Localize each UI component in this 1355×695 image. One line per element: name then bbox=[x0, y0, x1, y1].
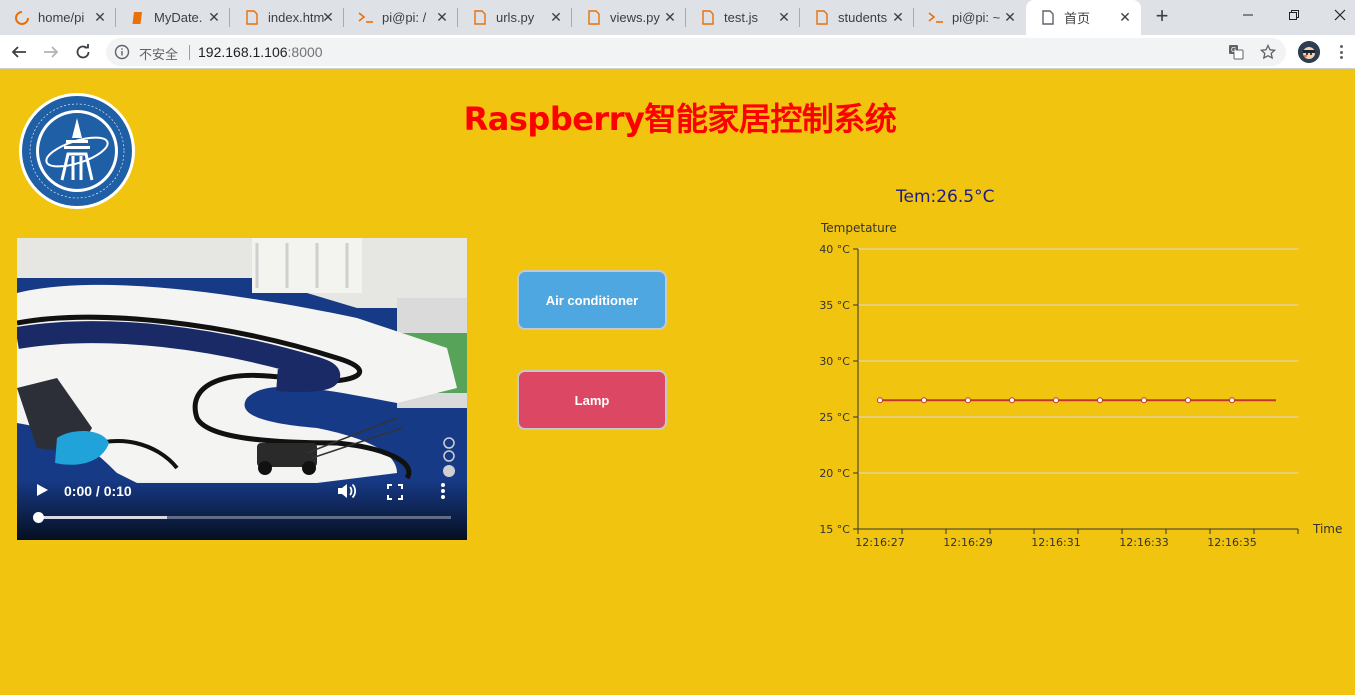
page-title: Raspberry智能家居控制系统 bbox=[463, 100, 897, 138]
lamp-button[interactable]: Lamp bbox=[517, 370, 667, 430]
y-tick-label: 20 °C bbox=[819, 467, 850, 480]
tab-terminal-2[interactable]: pi@pi: ~ ✕ bbox=[914, 0, 1026, 35]
url-host: 192.168.1.106 bbox=[198, 44, 288, 60]
info-icon[interactable] bbox=[114, 44, 130, 60]
data-point bbox=[1053, 397, 1059, 404]
close-icon[interactable]: ✕ bbox=[890, 9, 906, 25]
close-window-button[interactable] bbox=[1317, 0, 1355, 30]
minimize-button[interactable] bbox=[1225, 0, 1271, 30]
tab-title: home/pi bbox=[38, 10, 85, 25]
tab-students[interactable]: students ✕ bbox=[800, 0, 914, 35]
document-icon bbox=[472, 10, 488, 26]
book-icon bbox=[130, 10, 146, 26]
play-button[interactable] bbox=[35, 483, 49, 497]
terminal-icon bbox=[928, 10, 944, 26]
temperature-readout: Tem:26.5°C bbox=[896, 187, 995, 207]
close-icon[interactable]: ✕ bbox=[1002, 9, 1018, 25]
tab-testjs[interactable]: test.js ✕ bbox=[686, 0, 800, 35]
data-point bbox=[965, 397, 971, 404]
x-tick-label: 12:16:27 bbox=[855, 536, 904, 549]
document-icon bbox=[244, 10, 260, 26]
y-tick-label: 35 °C bbox=[819, 299, 850, 312]
data-point bbox=[921, 397, 927, 404]
close-icon[interactable]: ✕ bbox=[320, 9, 336, 25]
volume-icon[interactable] bbox=[337, 482, 357, 500]
close-icon[interactable]: ✕ bbox=[548, 9, 564, 25]
fullscreen-icon[interactable] bbox=[387, 484, 403, 500]
close-icon[interactable]: ✕ bbox=[1117, 9, 1133, 25]
data-point bbox=[1141, 397, 1147, 404]
close-icon[interactable]: ✕ bbox=[92, 9, 108, 25]
video-time: 0:00 / 0:10 bbox=[64, 483, 132, 499]
restore-button[interactable] bbox=[1271, 0, 1317, 30]
tab-views[interactable]: views.py ✕ bbox=[572, 0, 686, 35]
more-options-icon[interactable] bbox=[440, 483, 446, 499]
page-icon bbox=[1040, 10, 1056, 26]
video-player[interactable]: 0:00 / 0:10 bbox=[17, 238, 467, 540]
university-logo bbox=[18, 92, 136, 210]
y-axis-label: Tempetature bbox=[820, 221, 897, 235]
forward-button[interactable] bbox=[38, 39, 64, 65]
video-buffer bbox=[39, 516, 167, 519]
temperature-chart: 15 °C 20 °C 25 °C 30 °C 35 °C 40 °C 12:16:27 12… bbox=[819, 221, 1342, 549]
tab-urls[interactable]: urls.py ✕ bbox=[458, 0, 572, 35]
x-tick-label: 12:16:33 bbox=[1119, 536, 1168, 549]
data-point bbox=[1229, 397, 1235, 404]
data-point bbox=[877, 397, 883, 404]
tab-mydate[interactable]: MyDate. ✕ bbox=[116, 0, 230, 35]
new-tab-button[interactable]: + bbox=[1150, 5, 1174, 29]
y-tick-label: 40 °C bbox=[819, 243, 850, 256]
back-button[interactable] bbox=[6, 39, 32, 65]
x-axis-label: Time bbox=[1312, 522, 1342, 536]
air-conditioner-button[interactable]: Air conditioner bbox=[517, 270, 667, 330]
translate-icon[interactable]: G bbox=[1227, 43, 1245, 61]
close-icon[interactable]: ✕ bbox=[776, 9, 792, 25]
address-bar[interactable]: 不安全 192.168.1.106:8000 G bbox=[106, 38, 1286, 66]
data-point bbox=[1185, 397, 1191, 404]
url-port: :8000 bbox=[287, 44, 323, 60]
terminal-icon bbox=[358, 10, 374, 26]
y-tick-label: 25 °C bbox=[819, 411, 850, 424]
data-point bbox=[1009, 397, 1015, 404]
tab-strip: home/pi ✕ MyDate. ✕ index.htm ✕ pi@pi: /… bbox=[0, 0, 1355, 35]
x-tick-label: 12:16:29 bbox=[943, 536, 992, 549]
video-progress-bar[interactable] bbox=[33, 512, 451, 523]
x-tick-label: 12:16:35 bbox=[1207, 536, 1256, 549]
profile-avatar[interactable] bbox=[1298, 41, 1320, 63]
progress-thumb[interactable] bbox=[33, 512, 44, 523]
x-tick-label: 12:16:31 bbox=[1031, 536, 1080, 549]
document-icon bbox=[700, 10, 716, 26]
document-icon bbox=[814, 10, 830, 26]
close-icon[interactable]: ✕ bbox=[206, 9, 222, 25]
close-icon[interactable]: ✕ bbox=[434, 9, 450, 25]
loading-icon bbox=[14, 10, 30, 26]
url-text[interactable]: 192.168.1.106:8000 bbox=[198, 44, 323, 60]
y-tick-label: 30 °C bbox=[819, 355, 850, 368]
star-icon[interactable] bbox=[1259, 43, 1277, 61]
data-point bbox=[1097, 397, 1103, 404]
browser-menu-button[interactable] bbox=[1333, 43, 1349, 61]
document-icon bbox=[586, 10, 602, 26]
svg-text:G: G bbox=[1231, 47, 1236, 54]
tab-index[interactable]: index.htm ✕ bbox=[230, 0, 344, 35]
y-tick-label: 15 °C bbox=[819, 523, 850, 536]
browser-toolbar: 不安全 192.168.1.106:8000 G bbox=[0, 35, 1355, 69]
tab-terminal-1[interactable]: pi@pi: / ✕ bbox=[344, 0, 458, 35]
security-label: 不安全 bbox=[139, 47, 179, 62]
close-icon[interactable]: ✕ bbox=[662, 9, 678, 25]
tab-home[interactable]: home/pi ✕ bbox=[0, 0, 116, 35]
reload-button[interactable] bbox=[70, 39, 96, 65]
tab-home-page[interactable]: 首页 ✕ bbox=[1026, 0, 1141, 35]
